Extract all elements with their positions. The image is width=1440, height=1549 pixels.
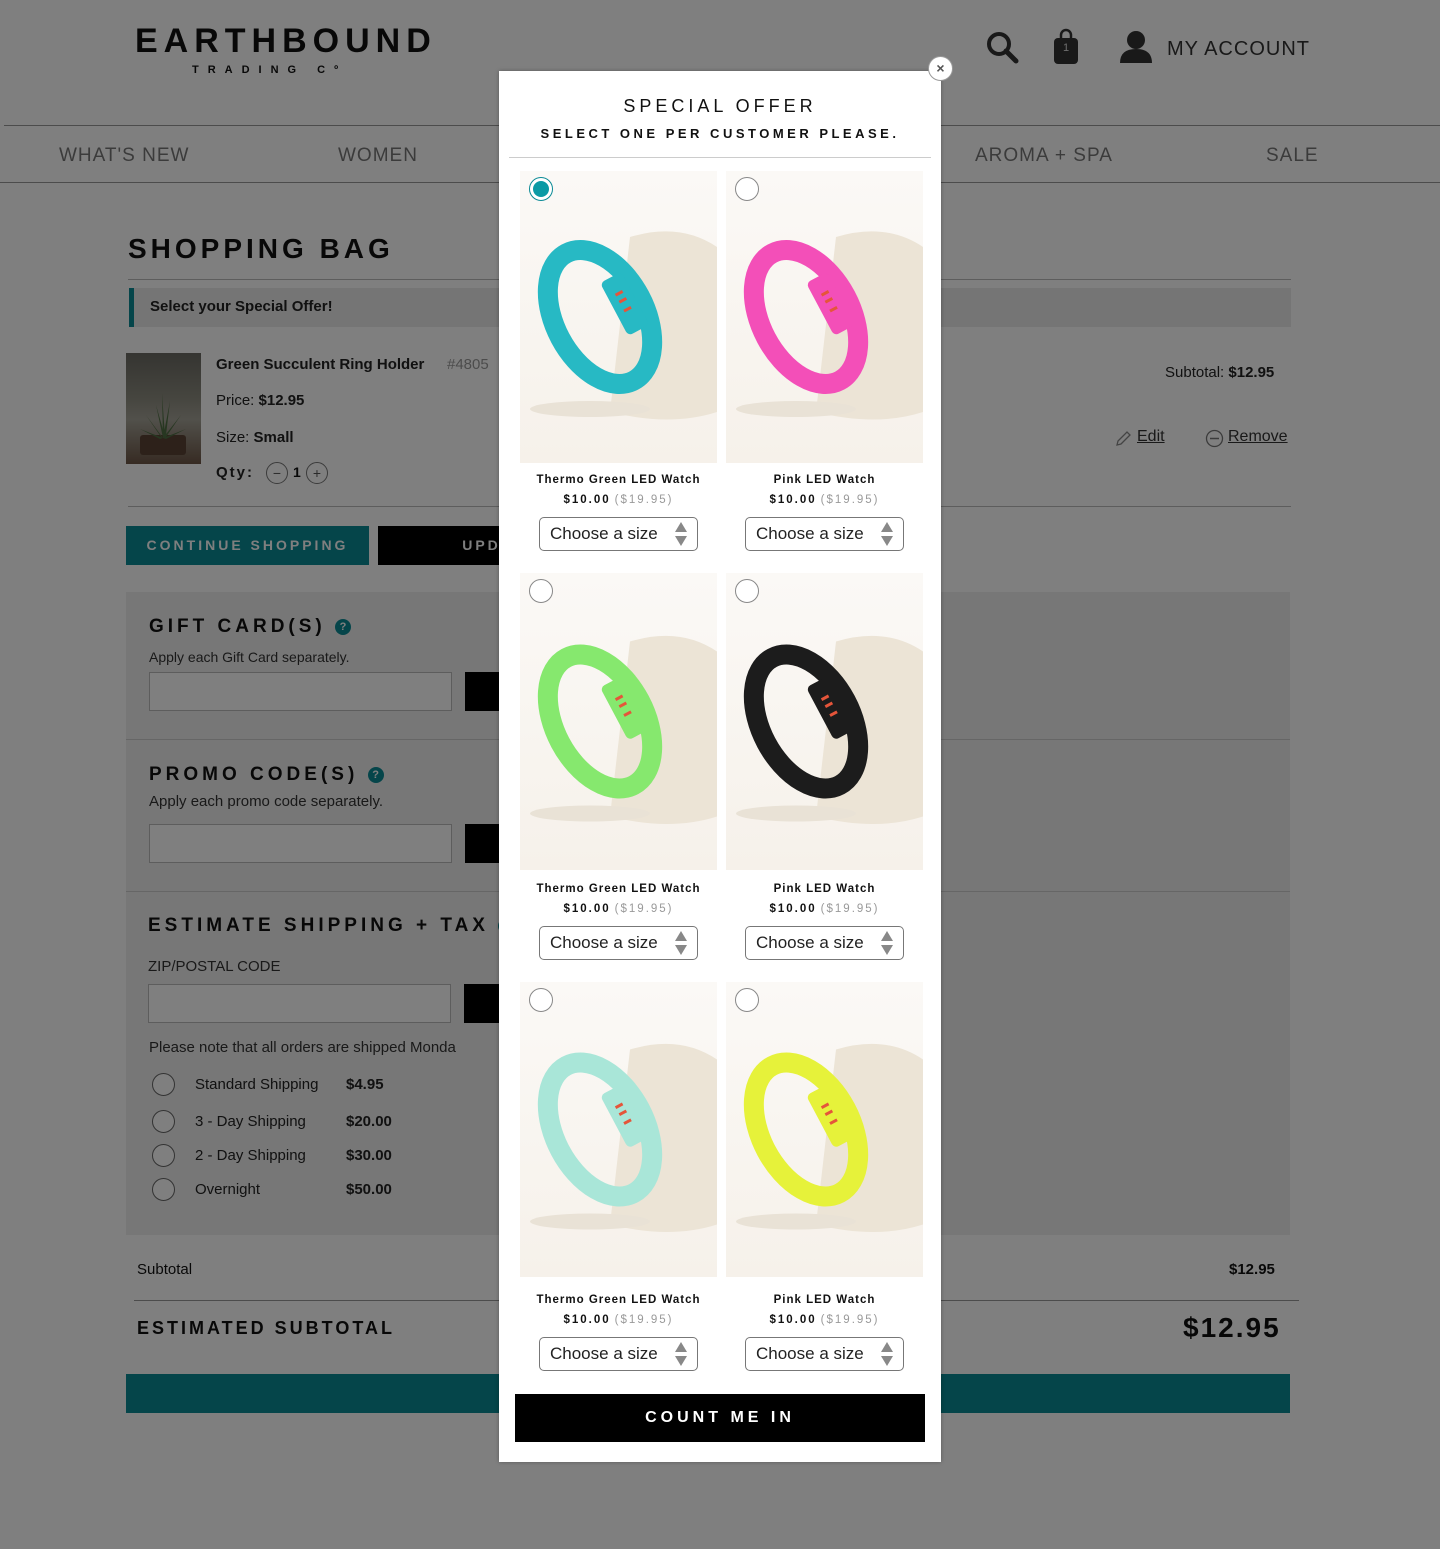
select-arrows-icon (881, 522, 893, 546)
size-select-value: Choose a size (550, 524, 658, 543)
product-radio[interactable] (735, 988, 759, 1012)
original-price: ($19.95) (820, 1314, 880, 1326)
modal-title: SPECIAL OFFER (623, 96, 817, 116)
product-name: Pink LED Watch (773, 1294, 876, 1306)
product-image[interactable] (520, 171, 717, 463)
product-radio[interactable] (529, 579, 553, 603)
product-price: $10.00 ($19.95) (726, 903, 923, 915)
product-name: Pink LED Watch (773, 883, 876, 895)
product-price: $10.00 ($19.95) (726, 494, 923, 506)
product-name: Thermo Green LED Watch (536, 883, 701, 895)
select-arrows-icon (881, 931, 893, 955)
page: EARTHBOUND TRADING Cº 1 MY ACCOUNT WHAT'… (0, 0, 1440, 1549)
close-icon[interactable]: × (928, 56, 953, 81)
size-select[interactable]: Choose a size (745, 1337, 904, 1371)
size-select[interactable]: Choose a size (539, 1337, 698, 1371)
sale-price: $10.00 (563, 903, 611, 915)
size-select[interactable]: Choose a size (745, 517, 904, 551)
product-name: Pink LED Watch (773, 474, 876, 486)
size-select[interactable]: Choose a size (539, 926, 698, 960)
product-image[interactable] (726, 171, 923, 463)
size-select[interactable]: Choose a size (745, 926, 904, 960)
original-price: ($19.95) (820, 903, 880, 915)
size-select-value: Choose a size (756, 1344, 864, 1363)
modal-divider (509, 157, 931, 158)
select-arrows-icon (881, 1342, 893, 1366)
sale-price: $10.00 (563, 1314, 611, 1326)
product-radio[interactable] (529, 988, 553, 1012)
product-name: Thermo Green LED Watch (536, 474, 701, 486)
product-image[interactable] (520, 982, 717, 1277)
product-price: $10.00 ($19.95) (520, 1314, 717, 1326)
product-radio[interactable] (529, 177, 553, 201)
count-me-in-button[interactable]: COUNT ME IN (515, 1394, 925, 1442)
size-select-value: Choose a size (550, 933, 658, 952)
original-price: ($19.95) (614, 903, 674, 915)
product-image[interactable] (520, 573, 717, 870)
original-price: ($19.95) (614, 1314, 674, 1326)
select-arrows-icon (675, 931, 687, 955)
sale-price: $10.00 (769, 1314, 817, 1326)
product-radio[interactable] (735, 177, 759, 201)
product-price: $10.00 ($19.95) (726, 1314, 923, 1326)
product-name: Thermo Green LED Watch (536, 1294, 701, 1306)
size-select-value: Choose a size (756, 933, 864, 952)
sale-price: $10.00 (769, 903, 817, 915)
original-price: ($19.95) (820, 494, 880, 506)
product-price: $10.00 ($19.95) (520, 494, 717, 506)
select-arrows-icon (675, 522, 687, 546)
product-radio[interactable] (735, 579, 759, 603)
modal-subtitle: SELECT ONE PER CUSTOMER PLEASE. (540, 126, 900, 141)
sale-price: $10.00 (563, 494, 611, 506)
size-select-value: Choose a size (550, 1344, 658, 1363)
product-image[interactable] (726, 982, 923, 1277)
sale-price: $10.00 (769, 494, 817, 506)
size-select[interactable]: Choose a size (539, 517, 698, 551)
select-arrows-icon (675, 1342, 687, 1366)
original-price: ($19.95) (614, 494, 674, 506)
product-image[interactable] (726, 573, 923, 870)
size-select-value: Choose a size (756, 524, 864, 543)
product-price: $10.00 ($19.95) (520, 903, 717, 915)
